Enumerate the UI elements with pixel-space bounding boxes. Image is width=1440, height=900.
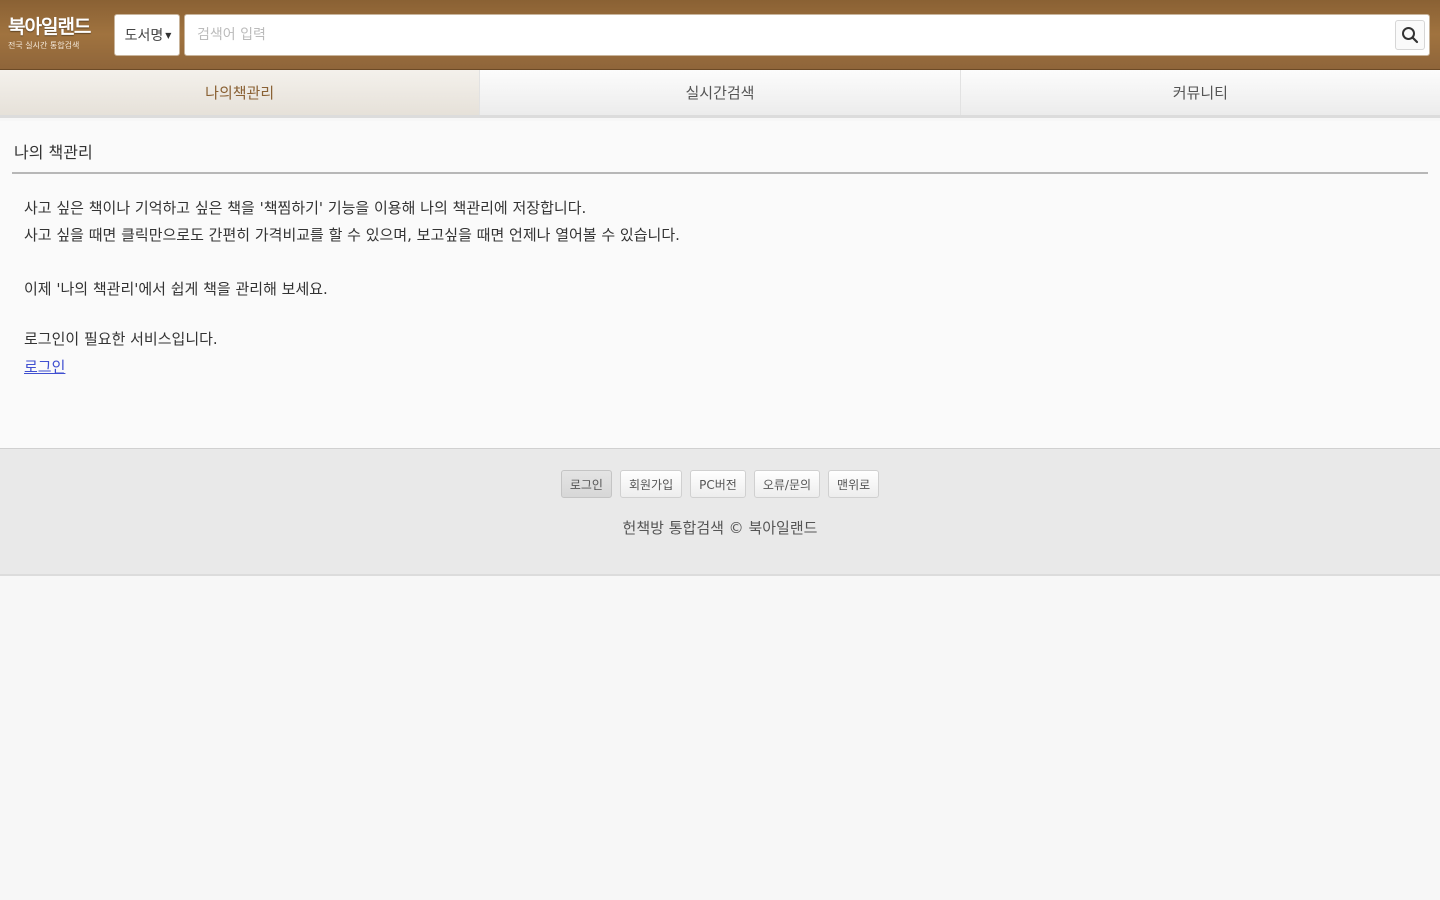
header-bar: 북아일랜드 전국 실시간 통합검색 도서명 ▼ (0, 0, 1440, 70)
footer-report-button[interactable]: 오류/문의 (753, 470, 821, 498)
site-logo[interactable]: 북아일랜드 전국 실시간 통합검색 (8, 14, 104, 58)
logo-subtitle: 전국 실시간 통합검색 (8, 41, 80, 50)
footer-buttons: 로그인 회원가입 PC버전 오류/문의 맨위로 (0, 470, 1440, 498)
footer: 로그인 회원가입 PC버전 오류/문의 맨위로 헌책방 통합검색 © 북아일랜드 (0, 448, 1440, 576)
search-category-value: 도서명 (124, 28, 164, 44)
tab-my-books[interactable]: 나의책관리 (0, 70, 481, 115)
search-button[interactable] (1395, 20, 1425, 50)
description-block: 사고 싶은 책이나 기억하고 싶은 책을 '책찜하기' 기능을 이용해 나의 책… (24, 195, 680, 249)
description-line-2: 사고 싶을 때면 클릭만으로도 간편히 가격비교를 할 수 있으며, 보고싶을 … (24, 226, 680, 244)
footer-pc-version-button[interactable]: PC버전 (690, 470, 746, 498)
title-divider (12, 172, 1428, 174)
copyright-text: 헌책방 통합검색 © 북아일랜드 (622, 519, 818, 537)
description-line-1: 사고 싶은 책이나 기억하고 싶은 책을 '책찜하기' 기능을 이용해 나의 책… (24, 199, 587, 217)
description-line-3: 이제 '나의 책관리'에서 쉽게 책을 관리해 보세요. (24, 280, 328, 298)
search-icon (1402, 27, 1419, 44)
footer-login-button[interactable]: 로그인 (560, 470, 612, 498)
search-box (184, 14, 1430, 56)
footer-signup-button[interactable]: 회원가입 (619, 470, 683, 498)
main-tabs: 나의책관리 실시간검색 커뮤니티 (0, 70, 1440, 118)
footer-top-button[interactable]: 맨위로 (828, 470, 880, 498)
search-input[interactable] (185, 15, 1385, 55)
logo-title: 북아일랜드 (8, 16, 91, 38)
tab-community[interactable]: 커뮤니티 (960, 70, 1440, 115)
main-content: 나의 책관리 사고 싶은 책이나 기억하고 싶은 책을 '책찜하기' 기능을 이… (0, 121, 1440, 448)
chevron-down-icon: ▼ (165, 30, 172, 40)
tab-realtime-search[interactable]: 실시간검색 (480, 70, 961, 115)
page-title: 나의 책관리 (14, 143, 93, 162)
login-link[interactable]: 로그인 (24, 354, 65, 381)
search-category-select[interactable]: 도서명 ▼ (114, 14, 180, 56)
login-notice: 로그인이 필요한 서비스입니다. (24, 330, 218, 348)
